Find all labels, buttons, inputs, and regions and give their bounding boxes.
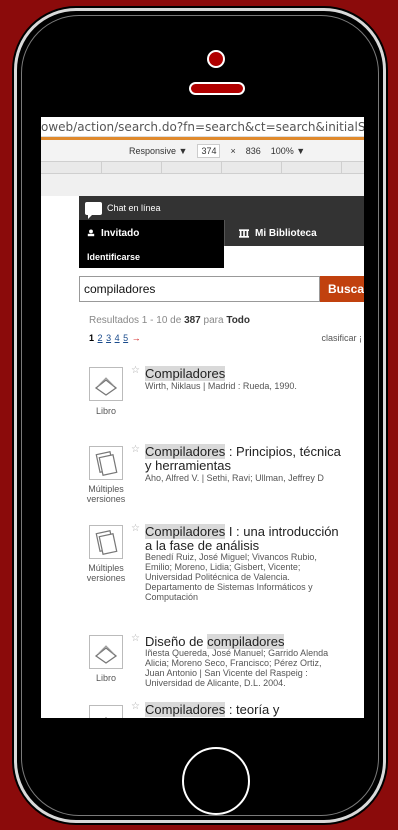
title-rest: I : una introducción	[225, 524, 339, 539]
title-highlight: Compiladores	[145, 444, 226, 459]
zoom-select[interactable]: 100% ▼	[271, 146, 305, 156]
chat-bubble-icon	[85, 201, 102, 219]
book-cover-icon[interactable]	[89, 367, 123, 401]
page-link[interactable]: 1	[89, 333, 94, 343]
height-field[interactable]: 836	[246, 146, 261, 156]
login-link[interactable]: Identificarse	[79, 246, 224, 268]
page-viewport: Chat en línea Invitado Mi Biblioteca Ide…	[79, 196, 364, 718]
page-link[interactable]: 3	[106, 333, 111, 343]
title-rest: : teoría y	[225, 702, 280, 717]
title-highlight: Compiladores	[145, 524, 226, 539]
page-link[interactable]: 4	[115, 333, 120, 343]
format-label: Múltiples versiones	[86, 484, 126, 504]
guest-menu[interactable]: Invitado	[79, 220, 224, 246]
title-highlight: compiladores	[207, 634, 285, 649]
result-details: Wirth, Niklaus | Madrid : Rueda, 1990.	[145, 381, 297, 391]
device-toolbar: Responsive ▼ 374 × 836 100% ▼	[41, 140, 364, 162]
next-page-icon[interactable]: →	[132, 333, 141, 343]
result-details: Universidad de Alicante, D.L. 2004.	[145, 678, 286, 688]
scope-value: Todo	[226, 315, 251, 326]
pagination-row: 1 2 3 4 5 → clasificar ¡	[79, 333, 364, 343]
guest-label: Invitado	[101, 227, 140, 239]
camera-icon	[207, 50, 225, 68]
sort-dropdown[interactable]: clasificar ¡	[321, 333, 362, 343]
pagination: 1 2 3 4 5 →	[89, 333, 142, 343]
result-title[interactable]: Compiladores	[145, 366, 364, 381]
star-icon[interactable]: ☆	[131, 365, 140, 376]
star-icon[interactable]: ☆	[131, 523, 140, 534]
home-button[interactable]	[182, 747, 250, 815]
result-details: Alicia; Moreno Seco, Francisco; Pérez Or…	[145, 658, 322, 668]
result-details: Juan Antonio | San Vicente del Raspeig :	[145, 668, 308, 678]
result-details: Benedí Ruiz, José Miguel; Vivancos Rubio…	[145, 552, 317, 562]
address-bar[interactable]: oweb/action/search.do?fn=search&ct=searc…	[41, 117, 364, 137]
format-label: Libro	[95, 673, 116, 683]
viewport-margin	[41, 174, 364, 196]
title-prefix: Diseño de	[145, 634, 208, 649]
my-library-link[interactable]: Mi Biblioteca	[224, 220, 364, 246]
format-label: Libro	[95, 406, 116, 416]
page-link[interactable]: 5	[123, 333, 128, 343]
star-icon[interactable]: ☆	[131, 444, 140, 455]
chat-bar[interactable]: Chat en línea	[79, 196, 364, 220]
results-prefix: Resultados 1 - 10 de	[89, 315, 182, 326]
library-label: Mi Biblioteca	[255, 227, 317, 239]
format-label: Múltiples versiones	[86, 563, 126, 583]
result-details: Universidad Politécnica de Valencia.	[145, 572, 290, 582]
star-icon[interactable]: ☆	[131, 633, 140, 644]
title-highlight: Compiladores	[145, 702, 226, 717]
result-details: Aho, Alfred V. | Sethi, Ravi; Ullman, Je…	[145, 473, 324, 483]
result-title-line2[interactable]: a la fase de análisis	[145, 539, 364, 552]
book-cover-icon[interactable]	[89, 705, 123, 718]
times-sign: ×	[230, 145, 236, 156]
phone-screen: oweb/action/search.do?fn=search&ct=searc…	[41, 117, 364, 718]
speaker-icon	[189, 82, 245, 95]
search-input[interactable]	[79, 276, 320, 302]
search-bar: Busca	[79, 276, 364, 302]
title-highlight: Compiladores	[145, 366, 226, 381]
result-details: Iñesta Quereda, José Manuel; Garrido Ale…	[145, 648, 329, 658]
result-title[interactable]: Compiladores I : una introducción	[145, 524, 364, 539]
result-title[interactable]: Compiladores : Principios, técnica	[145, 444, 364, 459]
result-item: Múltiples versiones ☆ Compiladores I : u…	[79, 523, 364, 643]
star-icon[interactable]: ☆	[131, 701, 140, 712]
book-cover-icon[interactable]	[89, 635, 123, 669]
multiple-versions-icon[interactable]	[89, 446, 123, 480]
device-select[interactable]: Responsive ▼	[129, 146, 187, 156]
width-field[interactable]: 374	[197, 143, 221, 158]
page-link[interactable]: 2	[98, 333, 103, 343]
multiple-versions-icon[interactable]	[89, 525, 123, 559]
result-item: ☆ Compiladores : teoría y	[79, 701, 364, 718]
results-total: 387	[184, 315, 201, 326]
chat-label: Chat en línea	[107, 203, 161, 213]
result-item: Múltiples versiones ☆ Compiladores : Pri…	[79, 444, 364, 514]
result-item: Libro ☆ Compiladores Wirth, Niklaus | Ma…	[79, 365, 364, 435]
library-icon	[239, 228, 249, 238]
results-summary: Resultados 1 - 10 de 387 para Todo	[79, 315, 364, 326]
result-details: Emilio; Moreno, Lidia; Gisbert, Vicente;	[145, 562, 301, 572]
scope-prefix: para	[203, 315, 224, 326]
ruler	[41, 162, 364, 174]
result-title[interactable]: Diseño de compiladores	[145, 634, 364, 649]
result-details: Departamento de Sistemas Informáticos y	[145, 582, 313, 592]
user-nav: Invitado Mi Biblioteca	[79, 220, 364, 246]
user-icon	[87, 229, 95, 237]
result-title[interactable]: Compiladores : teoría y	[145, 702, 364, 717]
title-rest: : Principios, técnica	[225, 444, 341, 459]
result-details: Computación	[145, 592, 199, 602]
result-title-line2[interactable]: y herramientas	[145, 459, 364, 472]
search-button[interactable]: Busca	[319, 276, 364, 302]
